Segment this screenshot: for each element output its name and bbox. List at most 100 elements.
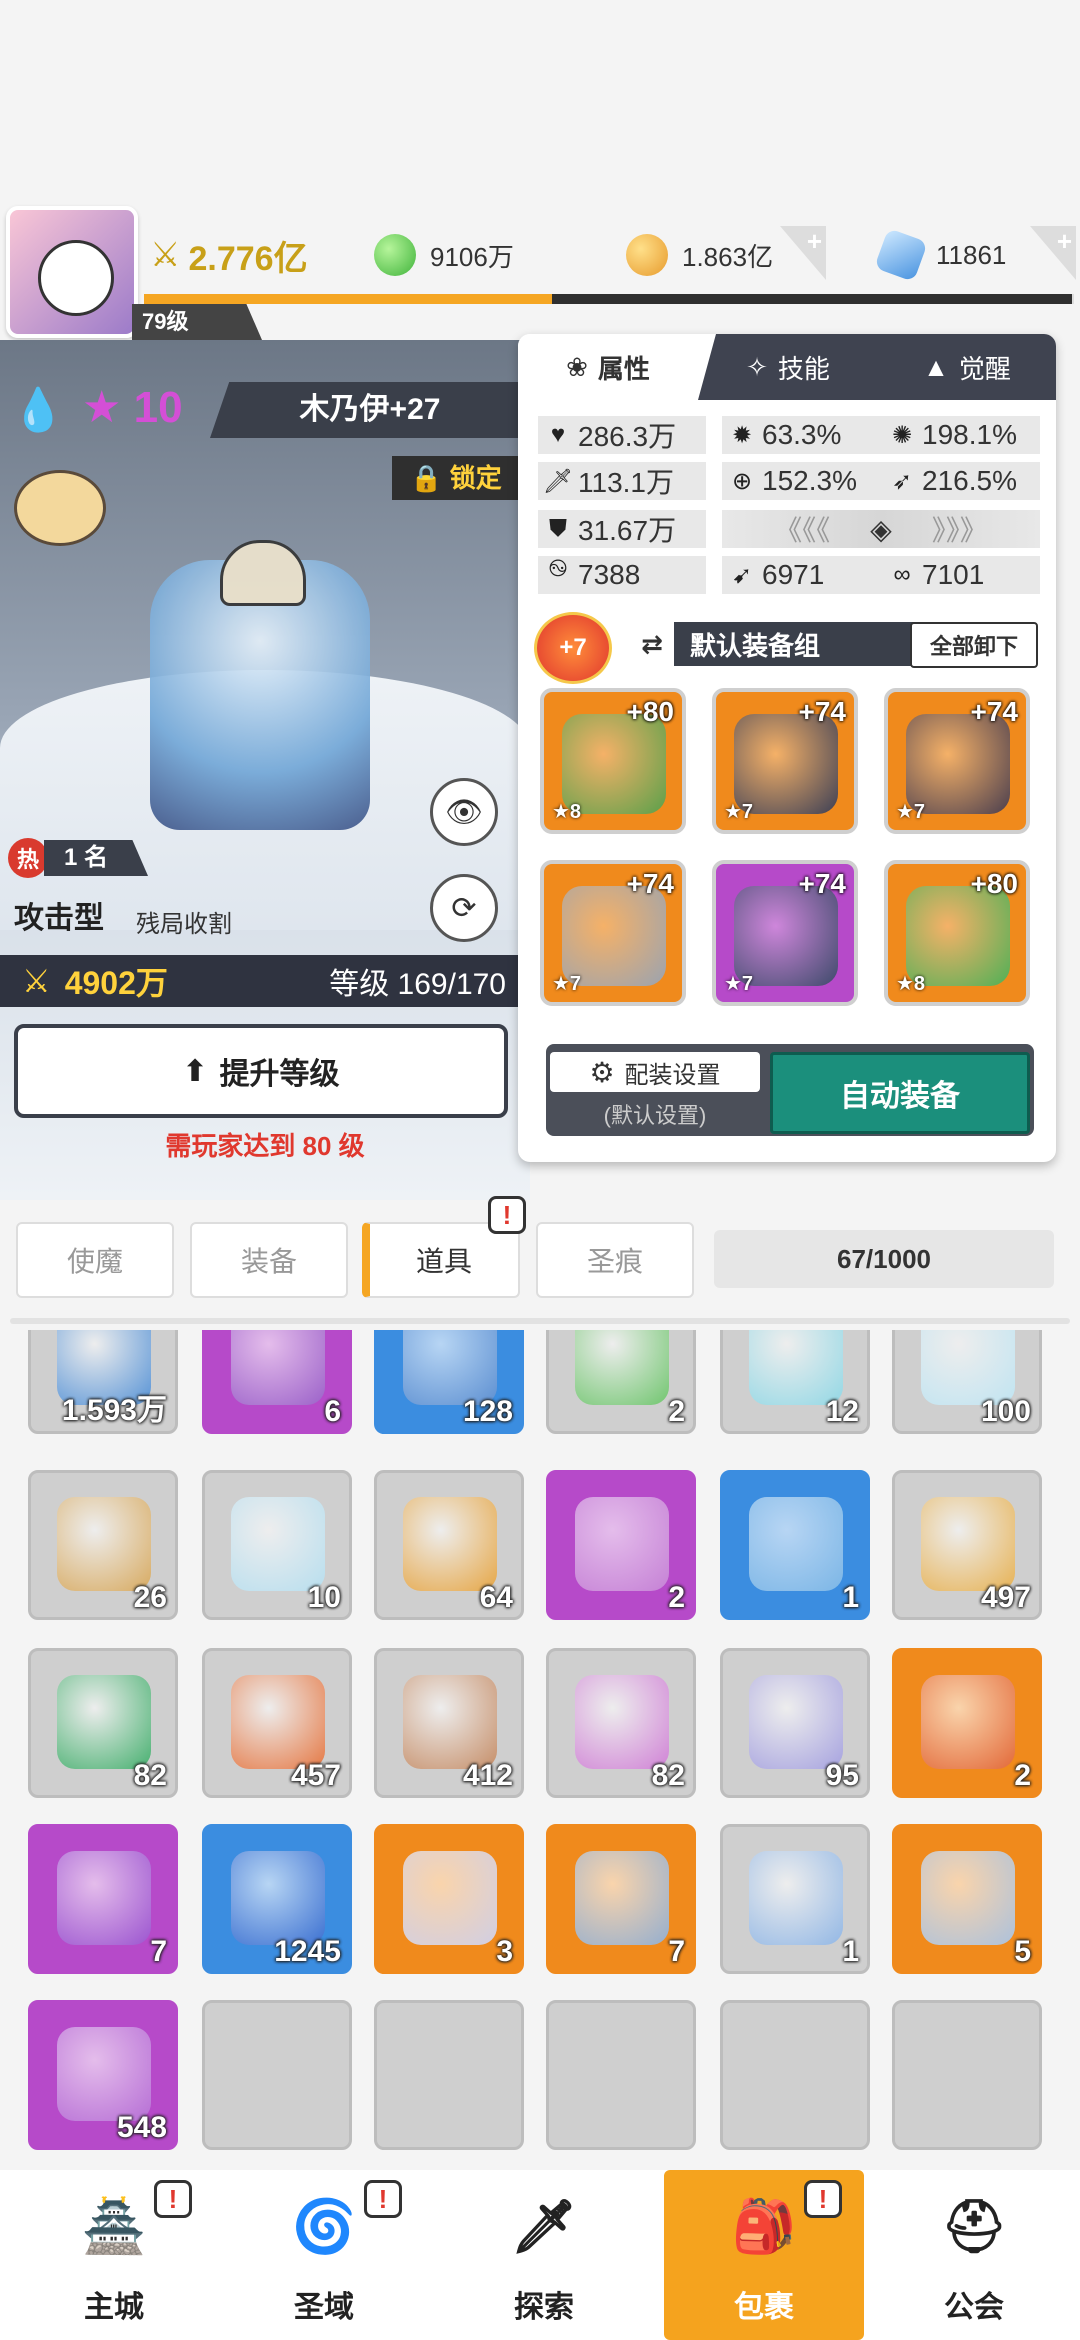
inventory-capacity: 67/1000 xyxy=(714,1230,1054,1288)
equipment-slot[interactable]: +74 ★7 xyxy=(884,688,1030,834)
nav-sword[interactable]: 🗡 探索 xyxy=(444,2170,644,2340)
inventory-item[interactable]: 7 xyxy=(546,1824,696,1974)
item-count: 82 xyxy=(651,1759,685,1792)
water-element-icon: 💧 xyxy=(12,386,65,433)
item-icon xyxy=(921,1497,1015,1591)
inventory-item[interactable]: 1 xyxy=(720,1824,870,1974)
inventory-empty-slot[interactable] xyxy=(720,2000,870,2150)
item-icon xyxy=(575,1497,669,1591)
attribute-icon: ❀ xyxy=(566,351,588,382)
inventory-empty-slot[interactable] xyxy=(892,2000,1042,2150)
sword-icon: 🗡 xyxy=(542,467,574,495)
currency-gold[interactable]: 1.863亿 xyxy=(626,225,773,285)
item-count: 26 xyxy=(133,1581,167,1614)
equipment-slot[interactable]: +74 ★7 xyxy=(540,860,686,1006)
class-badge-icon xyxy=(14,470,106,546)
inventory-item[interactable]: 457 xyxy=(202,1648,352,1798)
currency-crystal[interactable]: 11861 xyxy=(874,225,1006,285)
bag-icon: 🎒 xyxy=(731,2197,797,2256)
inventory-item[interactable]: 10 xyxy=(202,1470,352,1620)
config-settings-button[interactable]: ⚙ 配装设置 xyxy=(550,1052,760,1092)
item-icon xyxy=(231,1675,325,1769)
tab-attributes[interactable]: ❀ 属性 xyxy=(518,334,698,400)
green-gem-icon xyxy=(374,234,416,276)
inventory-empty-slot[interactable] xyxy=(202,2000,352,2150)
blue-crystal-icon xyxy=(874,228,928,282)
item-icon xyxy=(231,1497,325,1591)
spiral-icon: ∞ xyxy=(893,561,911,588)
xp-bar-fill xyxy=(144,294,609,304)
equipment-slot[interactable]: +80 ★8 xyxy=(540,688,686,834)
item-icon xyxy=(575,1675,669,1769)
triangle-icon: ▲ xyxy=(923,351,949,382)
tab-familiars[interactable]: 使魔 xyxy=(16,1222,174,1298)
tab-stigmata[interactable]: 圣痕 xyxy=(536,1222,694,1298)
inventory-item[interactable]: 6 xyxy=(202,1330,352,1434)
inventory-item[interactable]: 5 xyxy=(892,1824,1042,1974)
nav-alert-icon: ! xyxy=(804,2180,842,2218)
inventory-item[interactable]: 412 xyxy=(374,1648,524,1798)
unequip-all-button[interactable]: 全部卸下 xyxy=(910,622,1038,668)
tab-equipment[interactable]: 装备 xyxy=(190,1222,348,1298)
tab-awaken[interactable]: ▲ 觉醒 xyxy=(878,334,1056,400)
rotate-hero-button[interactable]: ⟳ xyxy=(430,874,498,942)
auto-equip-button[interactable]: 自动装备 xyxy=(770,1052,1030,1134)
avatar-face-icon xyxy=(38,240,114,316)
equipment-slot[interactable]: +74 ★7 xyxy=(712,860,858,1006)
inventory-item[interactable]: 497 xyxy=(892,1470,1042,1620)
guild-helmet-icon: ⛑ xyxy=(940,2197,1007,2256)
add-gold-button[interactable]: + xyxy=(780,226,826,280)
shield-icon: ⛊ xyxy=(549,515,567,542)
item-count: 12 xyxy=(825,1395,859,1428)
inventory-item[interactable]: 95 xyxy=(720,1648,870,1798)
plus-icon: + xyxy=(806,226,822,256)
stat-hp: ♥ 286.3万 xyxy=(538,416,706,454)
inventory-item[interactable]: 3 xyxy=(374,1824,524,1974)
equipment-slot[interactable]: +80 ★8 xyxy=(884,860,1030,1006)
inventory-item[interactable]: 128 xyxy=(374,1330,524,1434)
skill-icon: ✧ xyxy=(746,351,768,382)
swirl-icon: ࿊ xyxy=(548,554,568,582)
tab-skills[interactable]: ✧ 技能 xyxy=(698,334,878,400)
item-count: 412 xyxy=(462,1759,513,1792)
nav-guild-helmet[interactable]: ⛑ 公会 xyxy=(874,2170,1074,2340)
inventory-item[interactable]: 2 xyxy=(546,1470,696,1620)
inventory-item[interactable]: 2 xyxy=(546,1330,696,1434)
crossed-swords-icon: ⚔ xyxy=(22,963,51,999)
inventory-item[interactable]: 26 xyxy=(28,1470,178,1620)
inventory-item[interactable]: 548 xyxy=(28,2000,178,2150)
inventory-empty-slot[interactable] xyxy=(374,2000,524,2150)
inventory-item[interactable]: 1245 xyxy=(202,1824,352,1974)
inventory-item[interactable]: 100 xyxy=(892,1330,1042,1434)
player-avatar[interactable] xyxy=(6,206,138,338)
gold-coin-icon xyxy=(626,234,668,276)
inventory-item[interactable]: 7 xyxy=(28,1824,178,1974)
lock-button[interactable]: 🔒 锁定 xyxy=(392,456,520,500)
add-crystal-button[interactable]: + xyxy=(1030,226,1076,280)
inventory-item[interactable]: 1 xyxy=(720,1470,870,1620)
config-sub-label: (默认设置) xyxy=(603,1103,707,1128)
item-icon xyxy=(749,1497,843,1591)
gear-icon: ⚙ xyxy=(589,1056,615,1088)
hot-rank[interactable]: 热 1 名 xyxy=(8,836,149,880)
upgrade-level-button[interactable]: ⬆ 提升等级 xyxy=(14,1024,508,1118)
view-hero-button[interactable]: 👁 xyxy=(430,778,498,846)
inventory-item[interactable]: 1.593万 xyxy=(28,1330,178,1434)
item-icon xyxy=(921,1675,1015,1769)
hero-power: 4902万 xyxy=(64,965,168,1001)
item-count: 64 xyxy=(479,1581,513,1614)
inventory-item[interactable]: 64 xyxy=(374,1470,524,1620)
inventory-empty-slot[interactable] xyxy=(546,2000,696,2150)
item-count: 1245 xyxy=(274,1935,341,1968)
inventory-item[interactable]: 2 xyxy=(892,1648,1042,1798)
wing-icon: ➶ xyxy=(891,467,913,495)
enhance-badge[interactable]: +7 xyxy=(534,612,612,684)
currency-green[interactable]: 9106万 xyxy=(374,225,514,285)
item-count: 82 xyxy=(133,1759,167,1792)
inventory-item[interactable]: 82 xyxy=(546,1648,696,1798)
item-count: 548 xyxy=(116,2111,167,2144)
equipment-slot[interactable]: +74 ★7 xyxy=(712,688,858,834)
bow-icon: ➹ xyxy=(731,561,753,589)
inventory-item[interactable]: 12 xyxy=(720,1330,870,1434)
inventory-item[interactable]: 82 xyxy=(28,1648,178,1798)
